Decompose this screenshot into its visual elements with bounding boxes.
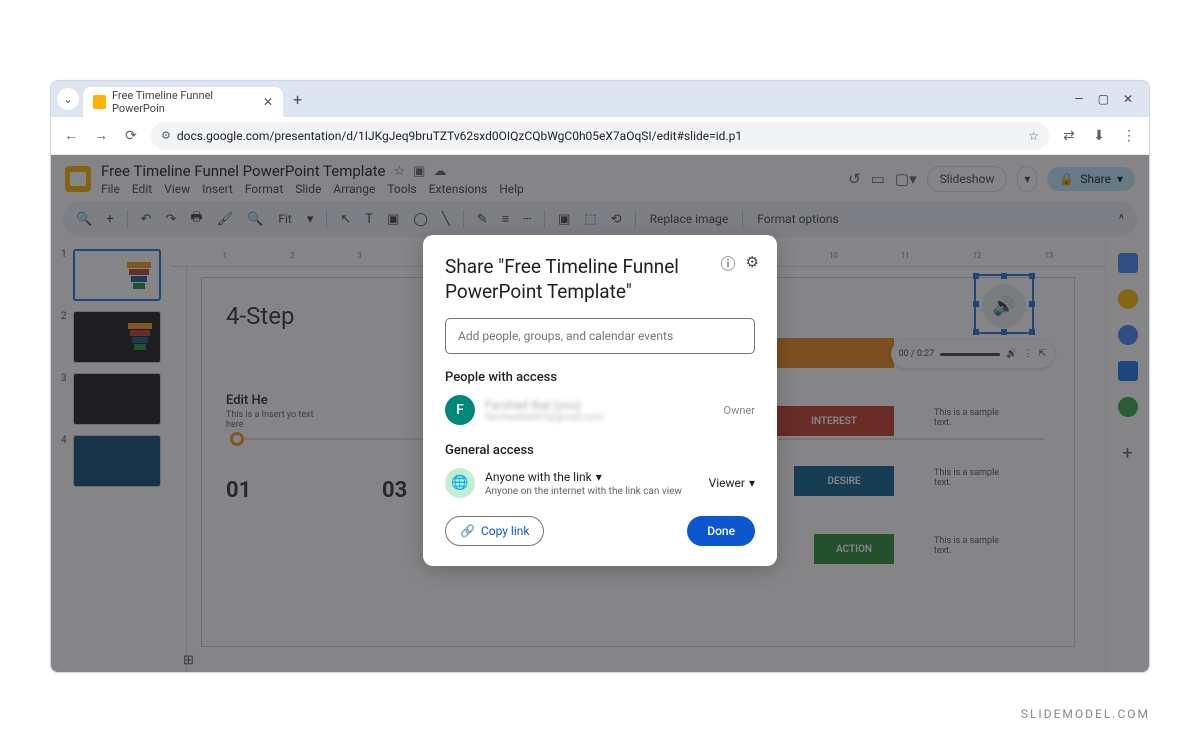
- minimize-icon[interactable]: —: [1074, 92, 1083, 106]
- tab-strip: ⌄ Free Timeline Funnel PowerPoin ✕ + — ▢…: [51, 81, 1149, 117]
- avatar: F: [445, 395, 475, 425]
- dialog-title: Share "Free Timeline Funnel PowerPoint T…: [445, 255, 755, 304]
- reload-icon[interactable]: ⟳: [121, 128, 141, 144]
- add-people-input[interactable]: [445, 318, 755, 354]
- browser-window: ⌄ Free Timeline Funnel PowerPoin ✕ + — ▢…: [50, 80, 1150, 673]
- maximize-icon[interactable]: ▢: [1098, 92, 1109, 106]
- link-icon: 🔗: [460, 524, 475, 538]
- link-access-description: Anyone on the internet with the link can…: [485, 486, 699, 497]
- browser-tab[interactable]: Free Timeline Funnel PowerPoin ✕: [83, 87, 283, 117]
- download-icon[interactable]: ⬇: [1089, 128, 1109, 144]
- help-icon[interactable]: ⓘ: [721, 253, 736, 274]
- bookmark-star-icon[interactable]: ☆: [1028, 129, 1039, 143]
- site-info-icon[interactable]: ⚙: [161, 129, 171, 142]
- url-text: docs.google.com/presentation/d/1IJKgJeq9…: [177, 129, 742, 143]
- tab-title: Free Timeline Funnel PowerPoin: [112, 89, 257, 115]
- chevron-down-icon: ▾: [749, 476, 755, 490]
- watermark: SLIDEMODEL.COM: [1021, 707, 1150, 721]
- dialog-layer: ⓘ ⚙ Share "Free Timeline Funnel PowerPoi…: [51, 155, 1149, 672]
- person-row: F Farshad Ibal (you) farshadibalXY@gmail…: [445, 395, 755, 425]
- link-access-dropdown[interactable]: Anyone with the link ▾: [485, 470, 699, 484]
- slides-favicon: [93, 95, 106, 109]
- gear-icon[interactable]: ⚙: [746, 253, 759, 274]
- role-dropdown[interactable]: Viewer ▾: [709, 476, 755, 490]
- close-tab-icon[interactable]: ✕: [263, 95, 273, 109]
- translate-icon[interactable]: ⇄: [1059, 128, 1079, 144]
- chevron-down-icon: ▾: [596, 470, 602, 484]
- done-button[interactable]: Done: [687, 516, 755, 546]
- copy-link-button[interactable]: 🔗 Copy link: [445, 516, 544, 546]
- owner-label: Owner: [724, 404, 755, 417]
- globe-icon: 🌐: [445, 468, 475, 498]
- tab-search-icon[interactable]: ⌄: [57, 88, 79, 110]
- new-tab-button[interactable]: +: [287, 90, 308, 109]
- people-with-access-heading: People with access: [445, 370, 755, 385]
- person-name: Farshad Ibal (you): [485, 398, 714, 412]
- person-email: farshadibalXY@gmail.com: [485, 412, 714, 423]
- general-access-heading: General access: [445, 443, 755, 458]
- url-bar: ← → ⟳ ⚙ docs.google.com/presentation/d/1…: [51, 117, 1149, 155]
- close-window-icon[interactable]: ✕: [1123, 92, 1133, 106]
- address-field[interactable]: ⚙ docs.google.com/presentation/d/1IJKgJe…: [151, 122, 1049, 150]
- back-icon[interactable]: ←: [61, 127, 81, 144]
- browser-menu-icon[interactable]: ⋮: [1119, 128, 1139, 144]
- general-access-row: 🌐 Anyone with the link ▾ Anyone on the i…: [445, 468, 755, 498]
- slides-app: Free Timeline Funnel PowerPoint Template…: [51, 155, 1149, 672]
- forward-icon[interactable]: →: [91, 127, 111, 144]
- share-dialog: ⓘ ⚙ Share "Free Timeline Funnel PowerPoi…: [423, 235, 777, 566]
